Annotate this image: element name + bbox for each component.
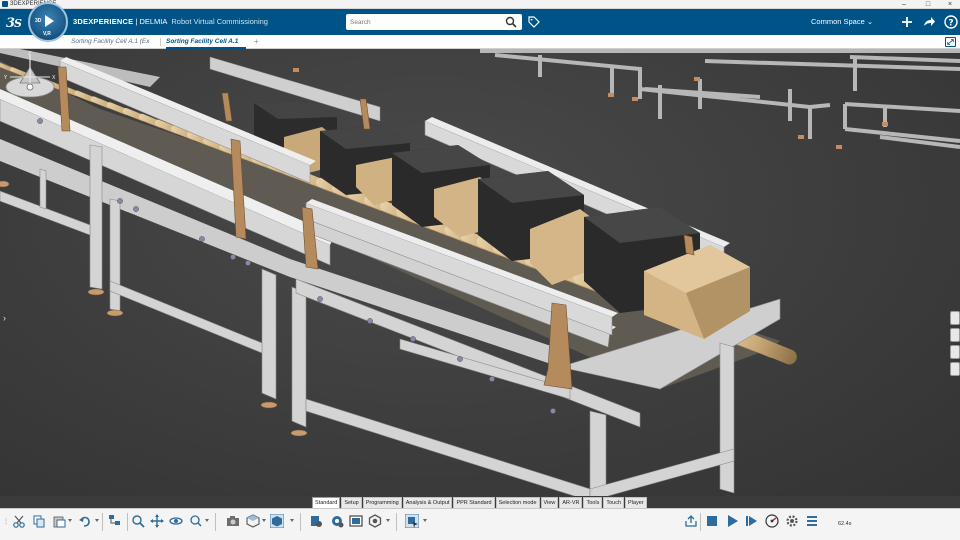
view-cube-icon[interactable]	[270, 514, 284, 528]
tab-cell-ex[interactable]: Sorting Facility Cell A.1 (Ex	[71, 35, 158, 49]
action-bar: ⋮ 62.4s	[0, 508, 960, 540]
brand-bold: 3DEXPERIENCE	[73, 17, 134, 26]
toolbar-divider	[396, 513, 397, 531]
toolbar-divider	[127, 513, 128, 531]
zoom-icon[interactable]	[131, 514, 145, 528]
background-frames	[480, 49, 960, 149]
undo-dropdown-icon[interactable]	[95, 519, 99, 522]
robot-compass-icon[interactable]: Z Y X	[0, 49, 58, 101]
compass-x-label: X	[52, 75, 56, 81]
minimize-button[interactable]: –	[896, 0, 912, 9]
document-tabs: Sorting Facility Cell A.1 (Ex Sorting Fa…	[0, 35, 960, 49]
app-header: 3S 3DEXPERIENCE | DELMIA Robot Virtual Co…	[0, 9, 960, 35]
app-brand: 3DEXPERIENCE | DELMIA Robot Virtual Commi…	[73, 9, 268, 35]
ds-logo-icon[interactable]: 3S	[4, 13, 24, 31]
select-dropdown-icon[interactable]	[423, 519, 427, 522]
export-icon[interactable]	[684, 514, 698, 528]
tab-divider	[160, 38, 161, 46]
settings-hex-icon[interactable]	[368, 514, 382, 528]
list-icon[interactable]	[805, 514, 819, 528]
compass-y-label: Y	[3, 75, 8, 81]
share-icon[interactable]	[922, 15, 936, 29]
play-icon[interactable]	[725, 514, 739, 528]
fly-icon[interactable]	[189, 514, 203, 528]
cube-dropdown-icon[interactable]	[290, 519, 294, 522]
space-label: Common Space	[811, 17, 865, 26]
speed-icon[interactable]	[765, 514, 779, 528]
section-tab-selection[interactable]: Selection mode	[495, 497, 540, 508]
close-button[interactable]: ×	[942, 0, 958, 9]
section-tab-ar-vr[interactable]: AR-VR	[559, 497, 583, 508]
side-tool-camera-icon[interactable]	[950, 328, 960, 342]
3d-viewport[interactable]: › Z Y X	[0, 49, 960, 496]
settings-dropdown-icon[interactable]	[386, 519, 390, 522]
add-icon[interactable]	[900, 15, 914, 29]
rotate-icon[interactable]	[169, 514, 183, 528]
toolbar-grip-icon: ⋮	[3, 519, 9, 525]
compass-widget[interactable]: 3D V,R	[28, 2, 68, 42]
rotate-object-icon[interactable]	[330, 514, 344, 528]
tree-icon[interactable]	[108, 514, 122, 528]
compass-vr-label: V,R	[43, 31, 51, 37]
tag-icon[interactable]	[528, 16, 540, 28]
tab-cell-active[interactable]: Sorting Facility Cell A.1	[166, 35, 246, 49]
view-dropdown-icon[interactable]	[205, 519, 209, 522]
render-dropdown-icon[interactable]	[262, 519, 266, 522]
svg-text:S: S	[14, 17, 22, 30]
section-tab-ppr[interactable]: PPR Standard	[453, 497, 495, 508]
render-icon[interactable]	[246, 514, 260, 528]
search-icon[interactable]	[505, 16, 517, 28]
cut-icon[interactable]	[12, 514, 26, 528]
viewport-side-tools	[950, 311, 960, 381]
svg-text:?: ?	[948, 19, 953, 29]
player-time: 62.4s	[838, 521, 852, 527]
section-tab-view[interactable]: View	[540, 497, 559, 508]
copy-icon[interactable]	[32, 514, 46, 528]
paste-dropdown-icon[interactable]	[68, 519, 72, 522]
conveyor-scene	[0, 49, 960, 496]
section-tabs: Standard Setup Programming Analysis & Ou…	[312, 497, 648, 508]
toolbar-divider	[215, 513, 216, 531]
add-tab-icon[interactable]: +	[254, 35, 259, 49]
side-tool-layer-icon[interactable]	[950, 345, 960, 359]
app-role: Robot Virtual Commissioning	[171, 17, 268, 26]
restore-button[interactable]: □	[920, 0, 936, 9]
snapshot-icon[interactable]	[349, 514, 363, 528]
os-title-bar: 3DEXPERIENCE – □ ×	[0, 0, 960, 9]
compass-play-icon[interactable]	[45, 15, 54, 27]
maximize-icon[interactable]	[945, 37, 956, 47]
section-tab-player[interactable]: Player	[625, 497, 647, 508]
stop-icon[interactable]	[705, 514, 719, 528]
toolbar-divider	[300, 513, 301, 531]
layer-icon[interactable]	[309, 514, 323, 528]
brand-rest: | DELMIA	[133, 17, 168, 26]
pan-icon[interactable]	[150, 514, 164, 528]
paste-icon[interactable]	[52, 514, 66, 528]
side-tool-panel-icon[interactable]	[950, 362, 960, 376]
search-input[interactable]	[346, 14, 522, 30]
space-selector[interactable]: Common Space ⌄	[811, 9, 873, 35]
gear-icon[interactable]	[785, 514, 799, 528]
section-tab-analysis[interactable]: Analysis & Output	[402, 497, 453, 508]
section-tab-touch[interactable]: Touch	[603, 497, 625, 508]
expand-panel-icon[interactable]: ›	[3, 313, 6, 323]
app-window: 3DEXPERIENCE – □ × 3S 3DEXPERIENCE | DEL…	[0, 0, 960, 540]
toolbar-divider	[102, 513, 103, 531]
section-tab-standard[interactable]: Standard	[312, 497, 341, 508]
step-icon[interactable]	[745, 514, 759, 528]
toolbar-divider	[700, 513, 701, 531]
section-tab-setup[interactable]: Setup	[341, 497, 362, 508]
compass-z-label: Z	[28, 51, 32, 57]
help-icon[interactable]: ?	[944, 15, 958, 29]
undo-icon[interactable]	[78, 514, 92, 528]
section-tab-tools[interactable]: Tools	[583, 497, 603, 508]
capture-icon[interactable]	[226, 514, 240, 528]
select-icon[interactable]	[405, 514, 419, 528]
section-tab-programming[interactable]: Programming	[362, 497, 402, 508]
side-tool-view-icon[interactable]	[950, 311, 960, 325]
app-logo-icon	[2, 1, 8, 7]
compass-3d-label: 3D	[35, 18, 42, 24]
